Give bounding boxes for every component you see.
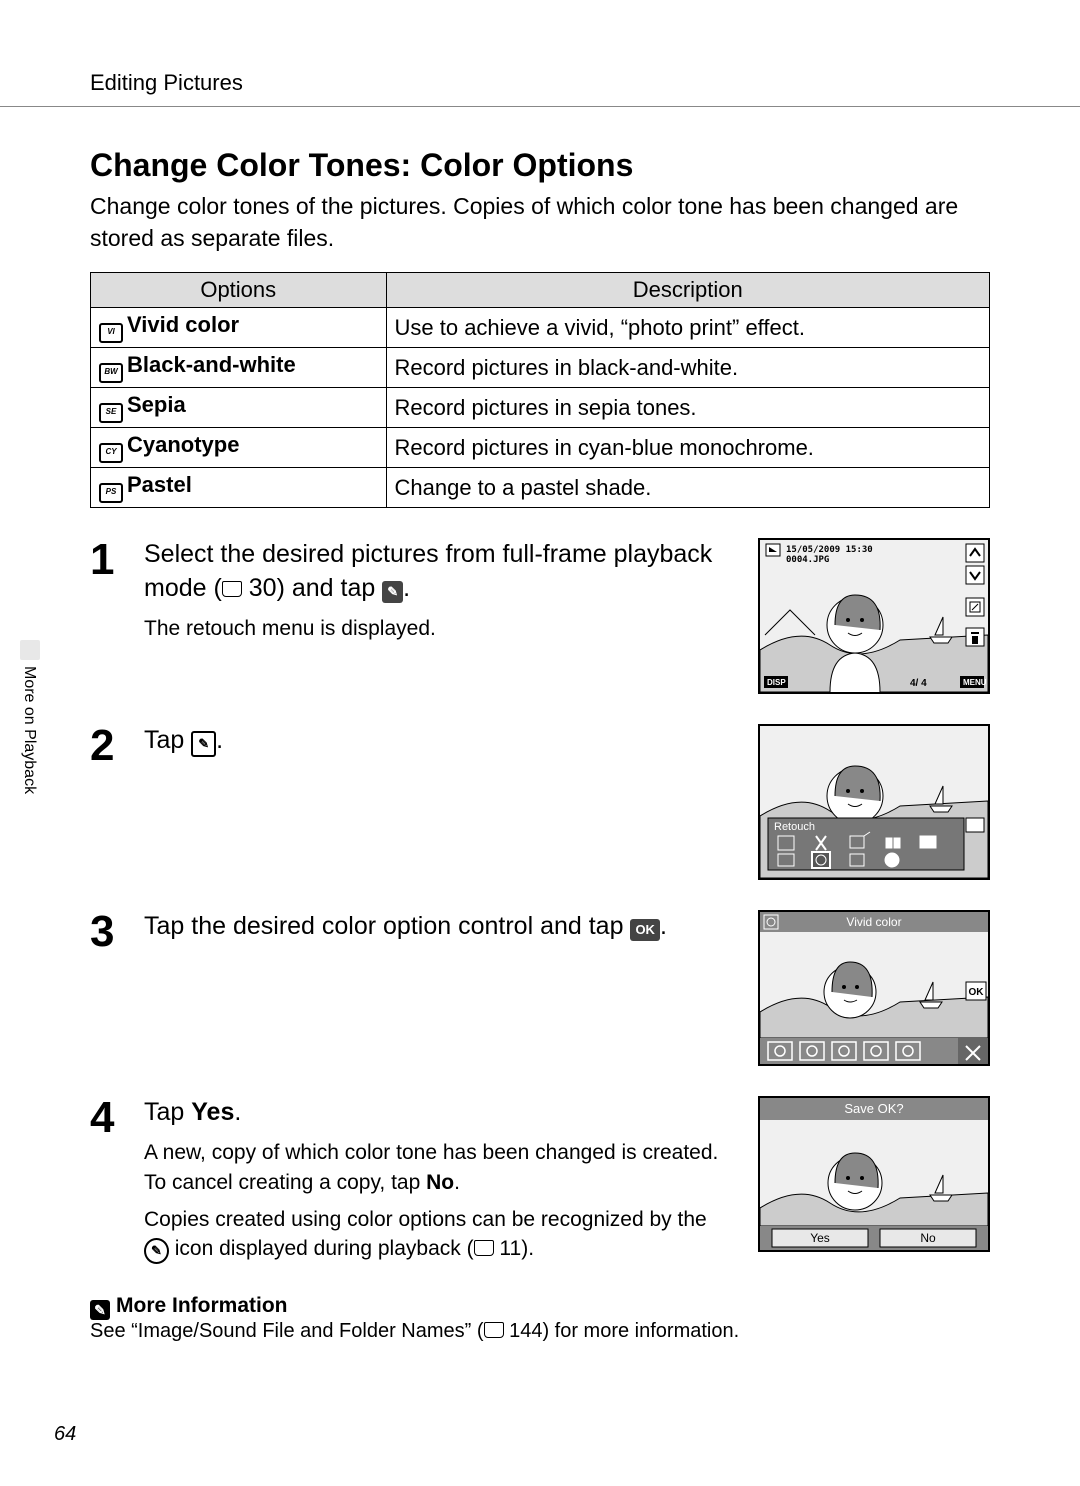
screen-save-ok: Save OK? Yes No — [758, 1096, 990, 1252]
screen-playback: 15/05/2009 15:30 0004.JPG DISP 4/ 4 MENU — [758, 538, 990, 694]
step-4: 4 Tap Yes. A new, copy of which color to… — [90, 1096, 990, 1264]
step-num-2: 2 — [90, 724, 126, 768]
svg-text:MENU: MENU — [963, 678, 987, 687]
more-information: ✎More Information See “Image/Sound File … — [90, 1294, 990, 1343]
sepia-icon: SE — [99, 403, 123, 423]
cyanotype-icon: CY — [99, 443, 123, 463]
svg-text:15/05/2009 15:30: 15/05/2009 15:30 — [786, 545, 873, 555]
svg-text:No: No — [920, 1231, 936, 1245]
info-icon: ✎ — [90, 1300, 110, 1320]
table-row: BWBlack-and-white Record pictures in bla… — [91, 348, 990, 388]
svg-text:Vivid color: Vivid color — [846, 915, 901, 929]
step-3: 3 Tap the desired color option control a… — [90, 910, 990, 1066]
options-table: Options Description VIVivid color Use to… — [90, 272, 990, 508]
table-row: SESepia Record pictures in sepia tones. — [91, 388, 990, 428]
step-num-4: 4 — [90, 1096, 126, 1140]
book-icon — [222, 581, 242, 597]
step-4-detail-2: Copies created using color options can b… — [144, 1205, 728, 1265]
vivid-icon: VI — [99, 323, 123, 343]
svg-text:0004.JPG: 0004.JPG — [786, 555, 829, 565]
table-row: PSPastel Change to a pastel shade. — [91, 468, 990, 508]
th-description: Description — [386, 273, 990, 308]
svg-text:Save OK?: Save OK? — [844, 1101, 903, 1116]
svg-text:4/ 4: 4/ 4 — [910, 678, 927, 689]
section-header: Editing Pictures — [0, 70, 1080, 107]
svg-text:Yes: Yes — [810, 1231, 830, 1245]
page-title: Change Color Tones: Color Options — [90, 147, 990, 184]
bw-icon: BW — [99, 363, 123, 383]
page-number: 64 — [54, 1423, 76, 1446]
screen-retouch: Retouch — [758, 724, 990, 880]
table-row: CYCyanotype Record pictures in cyan-blue… — [91, 428, 990, 468]
svg-text:DISP: DISP — [767, 678, 786, 687]
intro-text: Change color tones of the pictures. Copi… — [90, 190, 990, 254]
pastel-icon: PS — [99, 483, 123, 503]
step-num-1: 1 — [90, 538, 126, 582]
step-4-detail-1: A new, copy of which color tone has been… — [144, 1138, 728, 1197]
color-opt-result-icon: ✎ — [144, 1238, 169, 1264]
step-num-3: 3 — [90, 910, 126, 954]
svg-text:Retouch: Retouch — [774, 821, 815, 833]
screen-vivid: Vivid color OK — [758, 910, 990, 1066]
book-icon — [474, 1240, 494, 1256]
step-1: 1 Select the desired pictures from full-… — [90, 538, 990, 694]
th-options: Options — [91, 273, 387, 308]
step-2: 2 Tap ✎. Retouch — [90, 724, 990, 880]
retouch-tap-icon: ✎ — [382, 581, 403, 603]
table-row: VIVivid color Use to achieve a vivid, “p… — [91, 308, 990, 348]
step-1-detail: The retouch menu is displayed. — [144, 614, 728, 643]
ok-tap-icon: OK — [630, 919, 660, 941]
book-icon — [484, 1322, 504, 1338]
color-options-icon: ✎ — [191, 731, 216, 757]
svg-text:OK: OK — [969, 987, 985, 998]
